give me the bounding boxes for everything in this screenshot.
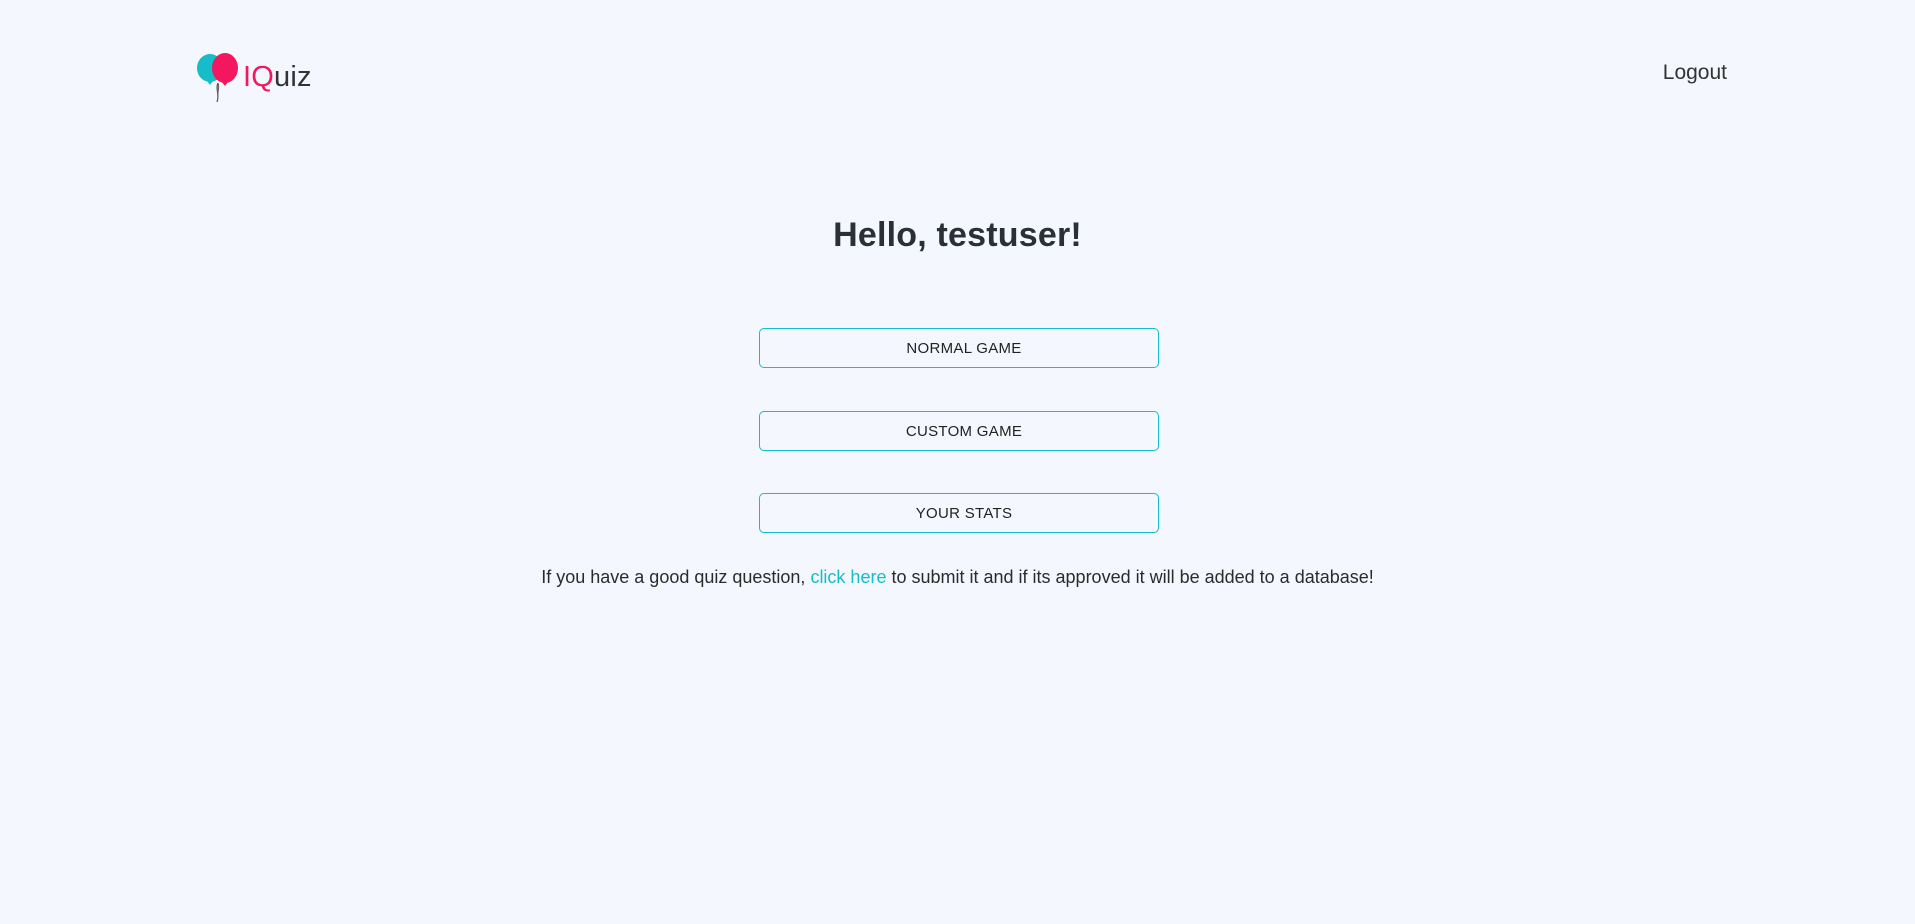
balloons-icon [195, 52, 241, 102]
logo-link[interactable]: IQuiz [195, 52, 312, 102]
normal-game-button[interactable]: NORMAL GAME [759, 328, 1159, 368]
logout-link[interactable]: Logout [1663, 61, 1727, 85]
logo-text-rest: uiz [274, 60, 312, 93]
submit-question-link[interactable]: click here [810, 567, 886, 587]
logo-text: IQuiz [243, 60, 312, 93]
submit-question-note: If you have a good quiz question, click … [0, 567, 1915, 588]
submit-note-text-before: If you have a good quiz question, [541, 567, 811, 587]
logo-text-accent: IQ [243, 60, 275, 93]
custom-game-button[interactable]: CUSTOM GAME [759, 411, 1159, 451]
submit-note-text-after: to submit it and if its approved it will… [886, 567, 1374, 587]
greeting-heading: Hello, testuser! [833, 216, 1082, 254]
your-stats-button[interactable]: YOUR STATS [759, 493, 1159, 533]
page: IQuiz Logout Hello, testuser! NORMAL GAM… [0, 0, 1915, 924]
